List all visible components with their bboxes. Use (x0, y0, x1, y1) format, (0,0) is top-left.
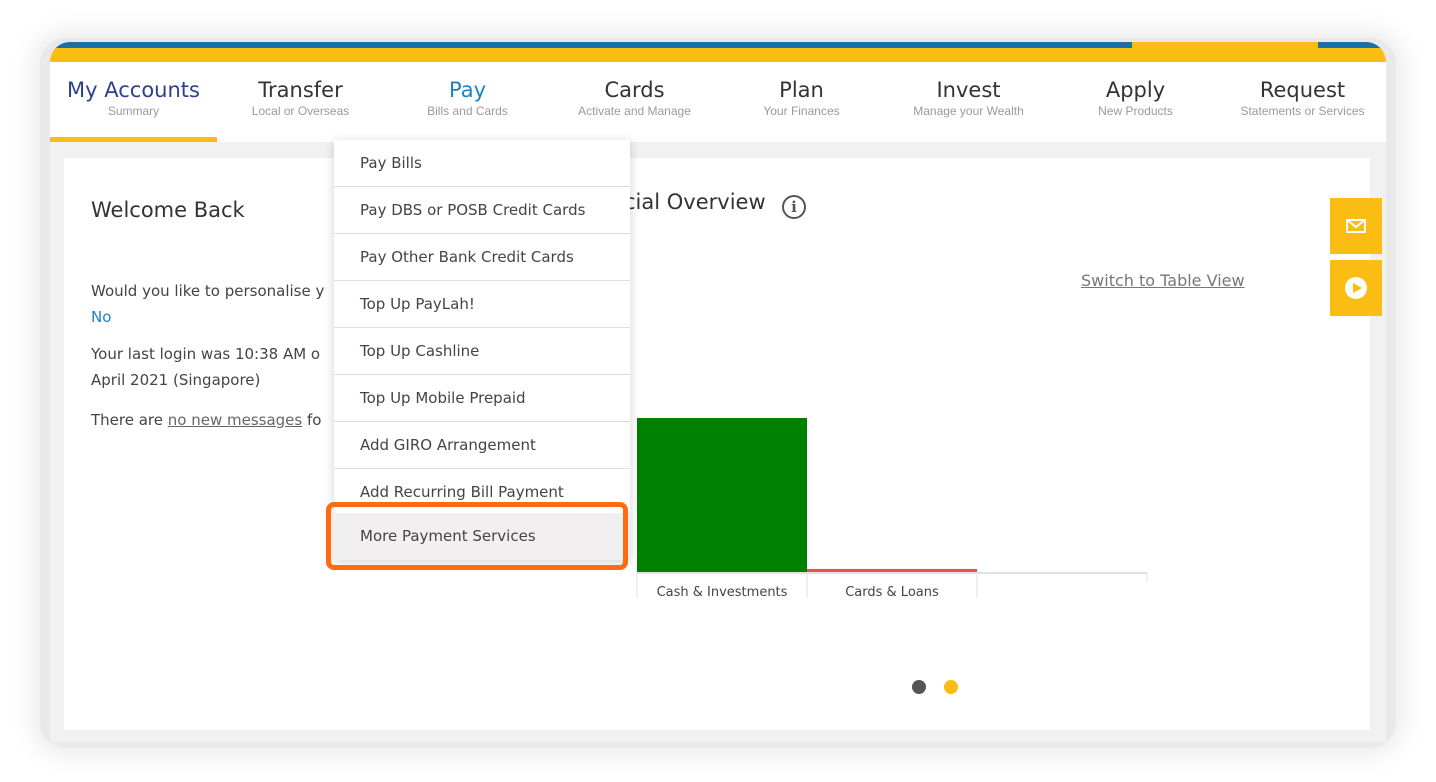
nav-pay[interactable]: Pay Bills and Cards (384, 62, 551, 142)
main-nav: My Accounts Summary Transfer Local or Ov… (50, 62, 1386, 142)
messages-link[interactable]: no new messages (168, 411, 302, 429)
nav-transfer[interactable]: Transfer Local or Overseas (217, 62, 384, 142)
menu-item-top-up-mobile-prepaid[interactable]: Top Up Mobile Prepaid (334, 375, 630, 422)
messages-suffix: fo (302, 411, 322, 429)
top-stripe-gold (50, 48, 1386, 62)
menu-item-pay-dbs-posb-credit-cards[interactable]: Pay DBS or POSB Credit Cards (334, 187, 630, 234)
switch-table-view-link[interactable]: Switch to Table View (1081, 271, 1245, 290)
nav-apply[interactable]: Apply New Products (1052, 62, 1219, 142)
carousel-dot[interactable] (944, 680, 958, 694)
messages-text: There are no new messages fo (91, 407, 321, 433)
menu-item-top-up-paylah[interactable]: Top Up PayLah! (334, 281, 630, 328)
nav-title: My Accounts (67, 78, 200, 102)
carousel-dot[interactable] (912, 680, 926, 694)
play-button[interactable] (1330, 260, 1382, 316)
nav-title: Transfer (258, 78, 343, 102)
menu-item-add-giro-arrangement[interactable]: Add GIRO Arrangement (334, 422, 630, 469)
play-icon (1345, 277, 1367, 299)
personalise-prompt: Would you like to personalise y (91, 282, 325, 300)
nav-title: Pay (448, 78, 487, 102)
highlight-annotation (326, 502, 628, 570)
nav-title: Plan (779, 78, 824, 102)
welcome-title: Welcome Back (91, 198, 245, 222)
nav-subtitle: Bills and Cards (427, 104, 508, 118)
mail-icon (1346, 219, 1366, 233)
messages-prefix: There are (91, 411, 168, 429)
no-link[interactable]: No (91, 308, 111, 326)
nav-title: Invest (936, 78, 1001, 102)
menu-item-pay-bills[interactable]: Pay Bills (334, 140, 630, 187)
nav-subtitle: Your Finances (763, 104, 840, 118)
menu-item-pay-other-bank-credit-cards[interactable]: Pay Other Bank Credit Cards (334, 234, 630, 281)
nav-subtitle: Manage your Wealth (913, 104, 1024, 118)
nav-invest[interactable]: Invest Manage your Wealth (885, 62, 1052, 142)
personalise-text: Would you like to personalise y No (91, 278, 324, 330)
chart-bar (807, 568, 977, 572)
nav-title: Request (1259, 78, 1346, 102)
last-login-line1: Your last login was 10:38 AM o (91, 345, 321, 363)
top-stripe-gold-segment (1132, 42, 1318, 50)
overview-title: cial Overview (624, 190, 766, 214)
dashboard-card: Welcome Back Would you like to personali… (64, 158, 1370, 730)
chart-category-label: Cash & Investments (657, 585, 788, 600)
last-login-text: Your last login was 10:38 AM o April 202… (91, 341, 320, 393)
nav-title: Cards (604, 78, 665, 102)
nav-subtitle: Local or Overseas (251, 104, 350, 118)
nav-title: Apply (1105, 78, 1166, 102)
menu-item-top-up-cashline[interactable]: Top Up Cashline (334, 328, 630, 375)
nav-cards[interactable]: Cards Activate and Manage (551, 62, 718, 142)
nav-subtitle: New Products (1098, 104, 1173, 118)
pay-dropdown-menu: Pay Bills Pay DBS or POSB Credit Cards P… (334, 140, 630, 560)
chart-category-label: Cards & Loans (845, 585, 939, 600)
overview-bar-chart: Cash & Investments Cards & Loans (636, 418, 1148, 600)
mail-button[interactable] (1330, 198, 1382, 254)
info-icon[interactable]: i (782, 195, 806, 219)
nav-plan[interactable]: Plan Your Finances (718, 62, 885, 142)
nav-subtitle: Summary (107, 104, 160, 118)
nav-my-accounts[interactable]: My Accounts Summary (50, 62, 217, 142)
chart-bar (637, 418, 807, 572)
nav-subtitle: Activate and Manage (578, 104, 691, 118)
last-login-line2: April 2021 (Singapore) (91, 371, 261, 389)
nav-request[interactable]: Request Statements or Services (1219, 62, 1386, 142)
nav-subtitle: Statements or Services (1240, 104, 1365, 118)
